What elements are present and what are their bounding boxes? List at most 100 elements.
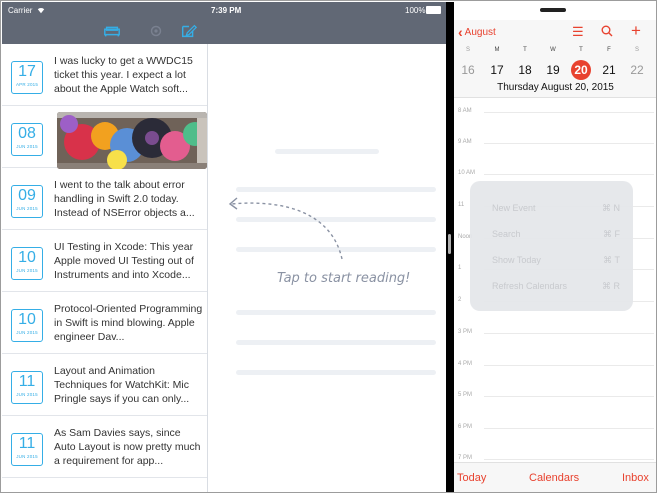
hour-line — [484, 174, 654, 175]
placeholder-line — [236, 340, 436, 345]
list-item[interactable]: 11 JUN 2015 Layout and Animation Techniq… — [2, 354, 207, 416]
badge-day: 11 — [18, 435, 36, 452]
hour-line — [484, 459, 654, 460]
tab-calendars[interactable]: Calendars — [529, 472, 579, 484]
journal-nav-bar — [2, 18, 446, 44]
tab-inbox[interactable]: Inbox — [622, 472, 649, 484]
list-icon[interactable]: ☰ — [572, 24, 584, 40]
shortcut-label: Show Today — [492, 255, 541, 265]
time-label: 11 — [458, 202, 465, 208]
selected-date-caption: Thursday August 20, 2015 — [497, 82, 614, 93]
hour-line — [484, 333, 654, 334]
shortcut-keys: ⌘ R — [602, 281, 620, 291]
sofa-icon[interactable] — [103, 23, 121, 39]
split-view-screen: Carrier 7:39 PM 100% 17 APR 2015 I was l… — [0, 0, 657, 493]
hour-line — [484, 396, 654, 397]
badge-month: JUN 2015 — [16, 268, 38, 273]
reader-pane[interactable]: Tap to start reading! — [209, 44, 446, 492]
journal-app: Carrier 7:39 PM 100% 17 APR 2015 I was l… — [2, 2, 446, 492]
time-row: 7 PM — [454, 455, 656, 461]
shortcut-row[interactable]: Show Today ⌘ T — [492, 255, 622, 265]
search-icon[interactable] — [601, 25, 613, 37]
weekday-label: T — [523, 47, 527, 53]
placeholder-line — [275, 149, 379, 154]
time-label: 5 PM — [458, 392, 473, 398]
badge-month: JUN 2015 — [16, 454, 38, 459]
entry-preview: UI Testing in Xcode: This year Apple mov… — [54, 241, 194, 281]
time-label: 4 PM — [458, 361, 473, 367]
shortcut-label: New Event — [492, 203, 536, 213]
entry-photo-thumbnail — [57, 112, 207, 169]
day-cell[interactable]: 16 — [458, 60, 478, 80]
dashed-arrow-icon — [228, 197, 343, 260]
badge-day: 08 — [18, 125, 36, 142]
shortcut-row[interactable]: Search ⌘ F — [492, 229, 622, 239]
placeholder-line — [236, 370, 436, 375]
battery-icon — [426, 6, 441, 14]
date-badge: 10 JUN 2015 — [11, 247, 43, 280]
keyboard-shortcuts-overlay: New Event ⌘ N Search ⌘ F Show Today ⌘ T Ref… — [470, 181, 633, 311]
time-label: 6 PM — [458, 424, 473, 430]
time-row: 10 AM — [454, 170, 656, 176]
time-row: 9 AM — [454, 139, 656, 145]
badge-month: JUN 2015 — [16, 392, 38, 397]
time-label: 7 PM — [458, 455, 473, 461]
entry-preview: Layout and Animation Techniques for Watc… — [54, 365, 190, 405]
shortcut-row[interactable]: Refresh Calendars ⌘ R — [492, 281, 622, 291]
weekday-label: S — [465, 47, 470, 53]
compose-icon[interactable] — [180, 23, 198, 39]
tab-today[interactable]: Today — [457, 472, 486, 484]
time-label: 2 — [458, 297, 462, 303]
time-row: 3 PM — [454, 329, 656, 335]
badge-day: 09 — [18, 187, 36, 204]
time-row: 5 PM — [454, 392, 656, 398]
day-cell[interactable]: 22 — [627, 60, 647, 80]
list-item[interactable]: 10 JUN 2015 Protocol-Oriented Programmin… — [2, 292, 207, 354]
shortcut-keys: ⌘ F — [603, 229, 620, 239]
badge-day: 10 — [18, 311, 36, 328]
badge-month: JUN 2015 — [16, 144, 38, 149]
time-row: 6 PM — [454, 424, 656, 430]
time-label: 8 AM — [458, 108, 472, 114]
list-item[interactable]: 08 JUN 2015 — [2, 106, 207, 169]
shortcut-row[interactable]: New Event ⌘ N — [492, 203, 622, 213]
day-cell[interactable]: 18 — [515, 60, 535, 80]
hour-line — [484, 143, 654, 144]
time-label: 1 — [458, 265, 462, 271]
hour-line — [484, 112, 654, 113]
add-event-icon[interactable]: + — [631, 21, 641, 41]
list-item[interactable]: 17 APR 2015 I was lucky to get a WWDC15 … — [2, 44, 207, 106]
slide-over-grabber[interactable] — [540, 8, 566, 12]
badge-month: JUN 2015 — [16, 206, 38, 211]
list-item[interactable]: 11 JUN 2015 As Sam Davies says, since Au… — [2, 416, 207, 478]
hour-line — [484, 365, 654, 366]
entry-list: 17 APR 2015 I was lucky to get a WWDC15 … — [2, 44, 208, 492]
chevron-left-icon: ‹ — [458, 24, 463, 40]
date-badge: 11 JUN 2015 — [11, 371, 43, 404]
day-cell[interactable]: 19 — [543, 60, 563, 80]
list-item[interactable]: 10 JUN 2015 UI Testing in Xcode: This ye… — [2, 230, 207, 292]
wifi-icon — [37, 7, 45, 14]
status-time: 7:39 PM — [211, 6, 242, 15]
list-item[interactable]: 09 JUN 2015 I went to the talk about err… — [2, 168, 207, 230]
calendar-app: ‹ August ☰ + S M T W T F S 16 17 18 19 20… — [454, 2, 656, 492]
weekday-label: S — [634, 47, 639, 53]
day-cell[interactable]: 21 — [599, 60, 619, 80]
badge-month: JUN 2015 — [16, 330, 38, 335]
carrier-label: Carrier — [8, 6, 33, 15]
calendar-tab-bar: Today Calendars Inbox — [454, 462, 656, 492]
gear-icon[interactable] — [147, 23, 165, 39]
day-cell[interactable]: 17 — [487, 60, 507, 80]
placeholder-line — [236, 187, 436, 192]
day-cell-selected[interactable]: 20 — [571, 60, 591, 80]
calendar-header: ‹ August ☰ + S M T W T F S 16 17 18 19 20… — [454, 20, 656, 98]
placeholder-line — [236, 310, 436, 315]
back-to-month-button[interactable]: ‹ August — [458, 24, 496, 40]
time-label: 3 PM — [458, 329, 473, 335]
weekday-label: M — [494, 47, 500, 53]
split-divider-handle[interactable] — [448, 234, 451, 254]
badge-month: APR 2015 — [15, 82, 39, 87]
entry-preview: As Sam Davies says, since Auto Layout is… — [54, 427, 201, 467]
date-badge: 11 JUN 2015 — [11, 433, 43, 466]
shortcut-keys: ⌘ T — [603, 255, 620, 265]
